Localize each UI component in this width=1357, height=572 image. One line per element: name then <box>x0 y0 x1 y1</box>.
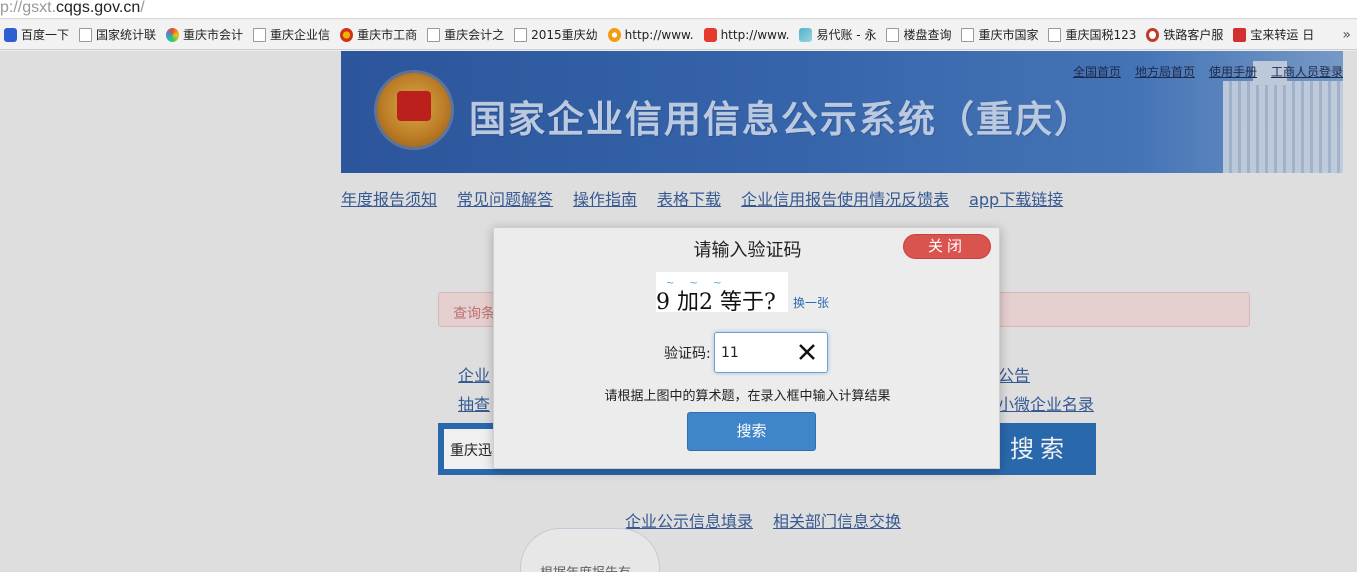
bookmark-cq-commerce[interactable]: 重庆市工商 <box>336 20 423 49</box>
bookmark-baidu[interactable]: 百度一下 <box>0 20 75 49</box>
captcha-dialog: 请输入验证码 关闭 ~ ~ ~ 9 加2 等于? 换一张 验证码: 11 请根据… <box>493 227 1000 469</box>
emblem-icon <box>340 27 354 42</box>
page-icon <box>427 27 441 42</box>
refresh-captcha-link[interactable]: 换一张 <box>793 294 829 311</box>
rail-icon <box>1146 27 1160 42</box>
bookmark-http-2[interactable]: http://www. <box>700 20 796 49</box>
bookmark-rail[interactable]: 铁路客户服 <box>1142 20 1229 49</box>
page-icon <box>514 27 528 42</box>
bookmark-2015[interactable]: 2015重庆幼 <box>510 20 604 49</box>
spinner-icon <box>166 27 180 42</box>
bookmarks-bar: 百度一下 国家统计联 重庆市会计 重庆企业信 重庆市工商 重庆会计之 2015重… <box>0 20 1357 50</box>
page-icon <box>253 27 267 42</box>
bookmark-cq-accounting-2[interactable]: 重庆会计之 <box>423 20 510 49</box>
bao-icon <box>1233 27 1247 42</box>
bookmark-yidaizhang[interactable]: 易代账 - 永 <box>795 20 882 49</box>
bookmark-cq-enterprise[interactable]: 重庆企业信 <box>249 20 336 49</box>
baidu-icon <box>4 27 17 42</box>
bookmark-baolai[interactable]: 宝来转运 日 <box>1229 20 1320 49</box>
captcha-hint: 请根据上图中的算术题，在录入框中输入计算结果 <box>604 389 891 404</box>
weibo-icon <box>607 27 621 42</box>
captcha-question: 9 加2 等于? <box>656 290 776 312</box>
url-domain: cqgs.gov.cn <box>56 0 141 16</box>
s-icon <box>703 27 717 42</box>
close-button[interactable]: 关闭 <box>903 234 991 259</box>
leaf-icon <box>799 27 813 42</box>
clear-icon[interactable] <box>796 341 818 363</box>
address-bar[interactable]: p://gsxt.cqgs.gov.cn/ <box>0 0 1357 19</box>
page-icon <box>79 27 93 42</box>
more-bookmarks-icon[interactable]: » <box>1342 27 1357 43</box>
bookmark-http-1[interactable]: http://www. <box>604 20 700 49</box>
page-icon <box>1048 27 1062 42</box>
page-icon <box>886 27 900 42</box>
bookmark-cq-accounting[interactable]: 重庆市会计 <box>162 20 249 49</box>
code-label: 验证码: <box>664 346 711 362</box>
bookmark-cq-national[interactable]: 重庆市国家 <box>957 20 1044 49</box>
page-icon <box>961 27 975 42</box>
captcha-image: ~ ~ ~ 9 加2 等于? <box>656 272 788 312</box>
url-suffix: / <box>140 0 145 16</box>
submit-search-button[interactable]: 搜索 <box>687 412 816 451</box>
url-prefix: p://gsxt. <box>0 0 57 16</box>
bookmark-property[interactable]: 楼盘查询 <box>882 20 957 49</box>
bookmark-cq-tax[interactable]: 重庆国税123 <box>1044 20 1142 49</box>
bookmark-stats[interactable]: 国家统计联 <box>75 20 162 49</box>
